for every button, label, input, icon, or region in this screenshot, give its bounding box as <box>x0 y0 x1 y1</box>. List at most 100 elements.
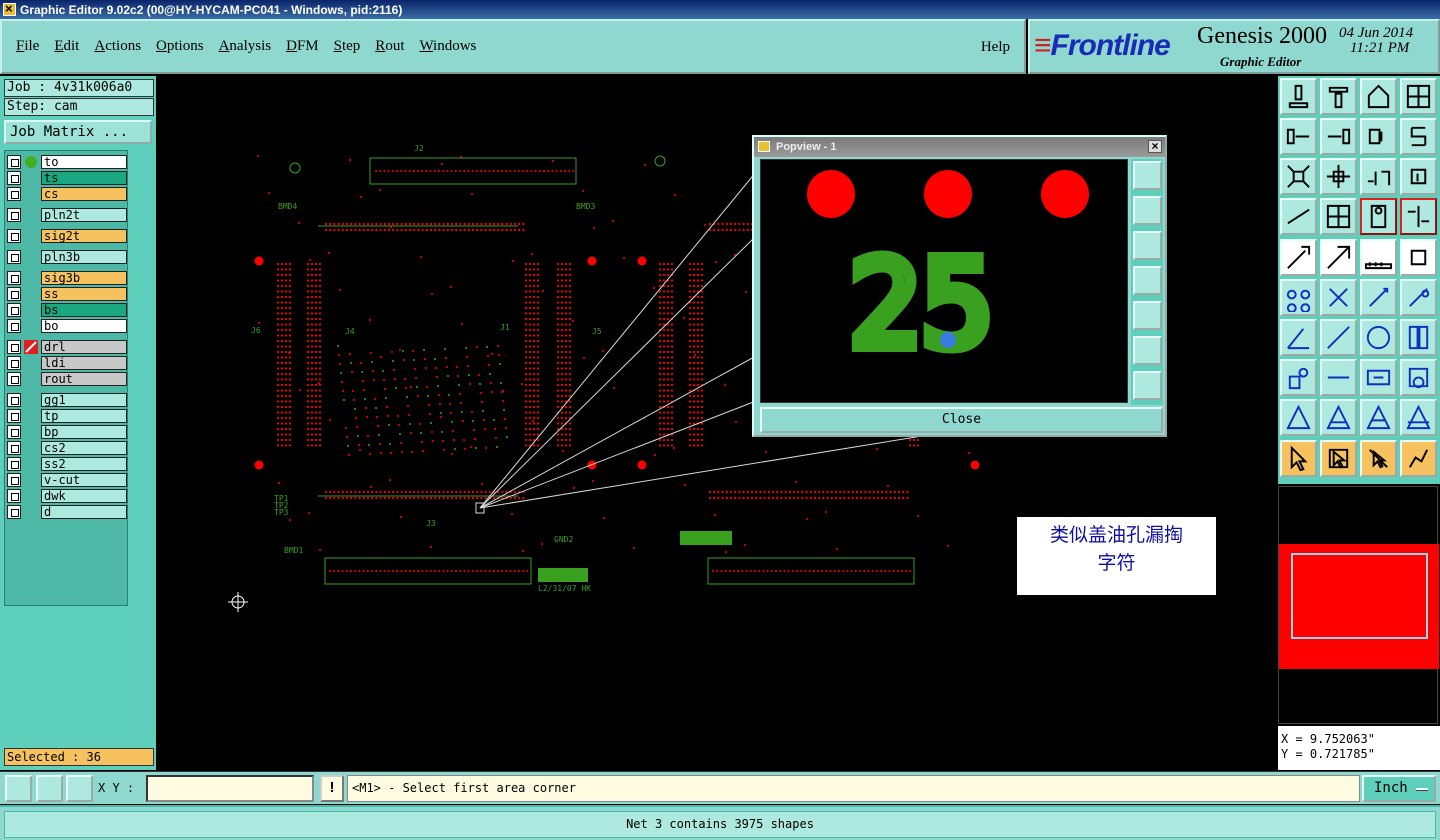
layer-row-sig2t[interactable]: sig2t <box>7 228 127 243</box>
layer-row-drl[interactable]: drl <box>7 339 127 354</box>
connect-button[interactable] <box>1280 279 1317 316</box>
menu-edit[interactable]: Edit <box>54 38 79 55</box>
line-mid-button[interactable] <box>1320 359 1357 396</box>
layer-row-cs[interactable]: cs <box>7 186 127 201</box>
tri-c-button[interactable] <box>1360 399 1397 436</box>
layer-row-ts[interactable]: ts <box>7 170 127 185</box>
layer-row-pln2t[interactable]: pln2t <box>7 207 127 222</box>
layer-checkbox[interactable] <box>7 286 21 301</box>
menu-step[interactable]: Step <box>334 38 361 55</box>
layer-checkbox[interactable] <box>7 355 21 370</box>
tri-b-button[interactable] <box>1320 399 1357 436</box>
popview-zoom-out-button[interactable] <box>1133 371 1162 400</box>
layer-row-pln3b[interactable]: pln3b <box>7 249 127 264</box>
layer-checkbox[interactable] <box>7 339 21 354</box>
rotate-button[interactable] <box>1360 319 1397 356</box>
units-dropdown[interactable]: Inch <box>1362 775 1436 802</box>
layer-checkbox[interactable] <box>7 371 21 386</box>
layer-checkbox[interactable] <box>7 228 21 243</box>
net-button[interactable] <box>1400 198 1437 235</box>
overview-map[interactable] <box>1278 486 1439 724</box>
popview-close-button[interactable]: Close <box>760 407 1163 433</box>
pan-right-button[interactable] <box>1320 118 1357 155</box>
layer-checkbox[interactable] <box>7 408 21 423</box>
layer-checkbox[interactable] <box>7 154 21 169</box>
layer-row-tp[interactable]: tp <box>7 408 127 423</box>
layer-checkbox[interactable] <box>7 302 21 317</box>
grid-button[interactable] <box>1320 198 1357 235</box>
window-button[interactable] <box>1400 78 1437 115</box>
popview-titlebar[interactable]: Popview - 1 × <box>754 137 1165 157</box>
layer-checkbox[interactable] <box>7 488 21 503</box>
job-matrix-button[interactable]: Job Matrix ... <box>4 120 152 144</box>
layer-row-gg1[interactable]: gg1 <box>7 392 127 407</box>
layer-checkbox[interactable] <box>7 186 21 201</box>
menu-rout[interactable]: Rout <box>375 38 404 55</box>
overview-view-box[interactable] <box>1291 553 1428 639</box>
menu-help[interactable]: Help <box>981 39 1010 56</box>
popview-close-icon[interactable]: × <box>1148 140 1162 153</box>
tri-a-button[interactable] <box>1280 399 1317 436</box>
layer-checkbox[interactable] <box>7 472 21 487</box>
scale-1-2-button[interactable] <box>1360 158 1397 195</box>
measure-button[interactable] <box>1280 198 1317 235</box>
layer-checkbox[interactable] <box>7 270 21 285</box>
pan-down-button[interactable] <box>1320 78 1357 115</box>
move-button[interactable] <box>1360 279 1397 316</box>
menu-actions[interactable]: Actions <box>94 38 141 55</box>
layer-checkbox[interactable] <box>7 424 21 439</box>
popview-pan-left-button[interactable] <box>1133 266 1162 295</box>
layer-row-bo[interactable]: bo <box>7 318 127 333</box>
select-move-button[interactable] <box>1360 440 1397 477</box>
select-box-button[interactable] <box>1320 440 1357 477</box>
pan-left-button[interactable] <box>1280 118 1317 155</box>
popview-pan-down-button[interactable] <box>1133 231 1162 260</box>
layer-row-cs2[interactable]: cs2 <box>7 440 127 455</box>
popview-pan-up-button[interactable] <box>1133 196 1162 225</box>
tri-d-button[interactable] <box>1400 399 1437 436</box>
popview-zoom-area[interactable]: 25 <box>760 159 1128 403</box>
menu-dfm[interactable]: DFM <box>286 38 319 55</box>
popview-zoom-in-button[interactable] <box>1133 336 1162 365</box>
menu-options[interactable]: Options <box>156 38 204 55</box>
layer-checkbox[interactable] <box>7 170 21 185</box>
layer-checkbox[interactable] <box>7 504 21 519</box>
select-pointer-button[interactable] <box>1280 440 1317 477</box>
pad-button[interactable] <box>1400 239 1437 276</box>
delete-button[interactable] <box>1320 279 1357 316</box>
ruler-button[interactable] <box>1360 239 1397 276</box>
layer-colors-button[interactable] <box>1360 198 1397 235</box>
layer-row-rout[interactable]: rout <box>7 371 127 386</box>
layer-row-dwk[interactable]: dwk <box>7 488 127 503</box>
exclamation-button[interactable]: ! <box>320 775 344 802</box>
home-button[interactable] <box>1360 78 1397 115</box>
menu-windows[interactable]: Windows <box>419 38 476 55</box>
select-feature-button[interactable] <box>1280 239 1317 276</box>
mirror-button[interactable] <box>1400 319 1437 356</box>
popview-pan-right-button[interactable] <box>1133 301 1162 330</box>
layer-row-v-cut[interactable]: v-cut <box>7 472 127 487</box>
menu-analysis[interactable]: Analysis <box>219 38 272 55</box>
menu-file[interactable]: File <box>16 38 39 55</box>
layer-row-d[interactable]: d <box>7 504 127 519</box>
popview-zoom-window-button[interactable] <box>1133 161 1162 190</box>
layer-row-ldi[interactable]: ldi <box>7 355 127 370</box>
layer-checkbox[interactable] <box>7 440 21 455</box>
layer-row-bs[interactable]: bs <box>7 302 127 317</box>
snap-icon[interactable] <box>36 775 63 802</box>
zoom-fit-button[interactable] <box>1280 158 1317 195</box>
layer-checkbox[interactable] <box>7 207 21 222</box>
layer-row-to[interactable]: to <box>7 154 127 169</box>
layer-row-sig3b[interactable]: sig3b <box>7 270 127 285</box>
resize-button[interactable] <box>1360 359 1397 396</box>
layer-checkbox[interactable] <box>7 456 21 471</box>
select-net-button[interactable] <box>1400 440 1437 477</box>
draw-feature-button[interactable] <box>1320 239 1357 276</box>
query-button[interactable] <box>1400 158 1437 195</box>
layer-checkbox[interactable] <box>7 249 21 264</box>
xy-input[interactable] <box>146 775 314 802</box>
pan-up-button[interactable] <box>1280 78 1317 115</box>
layer-row-ss[interactable]: ss <box>7 286 127 301</box>
layer-row-bp[interactable]: bp <box>7 424 127 439</box>
s-button[interactable] <box>1400 118 1437 155</box>
